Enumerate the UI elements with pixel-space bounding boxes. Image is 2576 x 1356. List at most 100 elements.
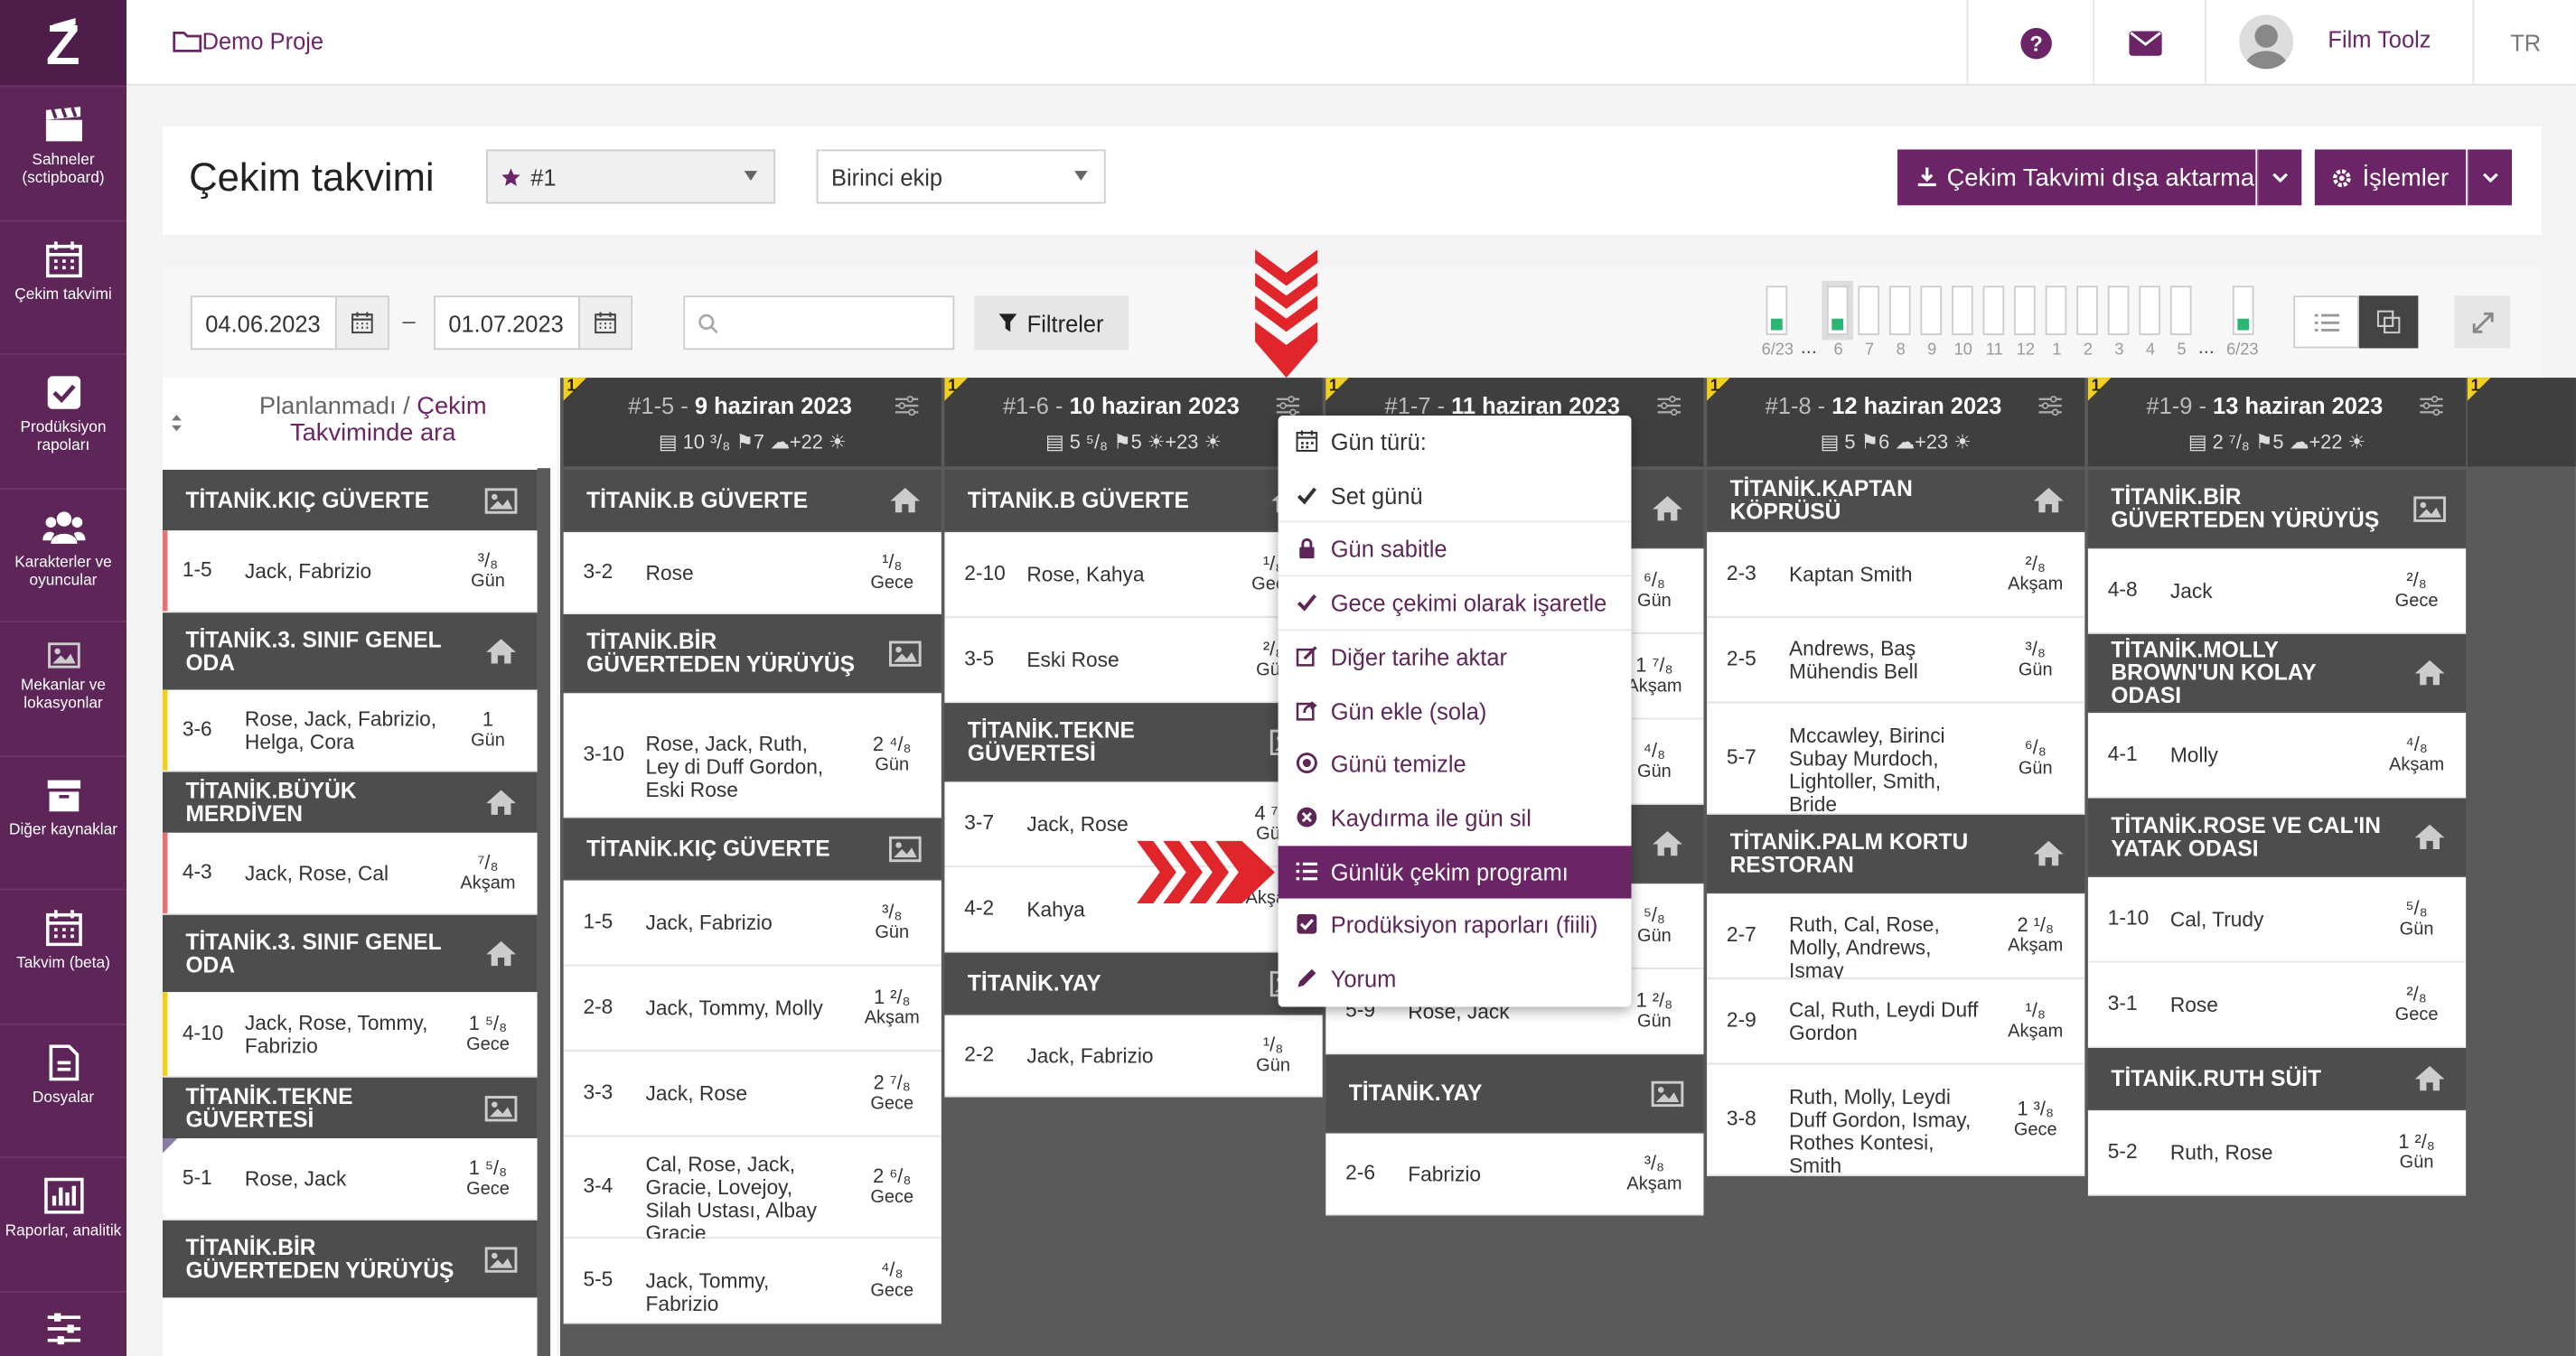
project-link[interactable]: Demo Proje bbox=[173, 28, 323, 54]
scene-card[interactable]: 3-10 Rose, Jack, Ruth, Ley di Duff Gordon… bbox=[563, 693, 941, 818]
menu-item[interactable]: Gün türü: bbox=[1279, 416, 1632, 468]
menu-item[interactable]: Günü temizle bbox=[1279, 738, 1632, 790]
sidebar-item-7[interactable]: Takvim (beta) bbox=[0, 888, 127, 1022]
scene-card[interactable]: 3-2 Rose ¹/₈ Gece bbox=[563, 532, 941, 615]
set-header[interactable]: TİTANİK.YAY bbox=[944, 952, 1323, 1014]
scene-card[interactable]: 2-7 Ruth, Cal, Rose, Molly, Andrews, Isma… bbox=[1707, 893, 2085, 982]
set-header[interactable]: TİTANİK.TEKNE GÜVERTESİ bbox=[944, 703, 1323, 781]
week-indicator[interactable] bbox=[2045, 285, 2067, 335]
day-menu-icon[interactable] bbox=[895, 396, 919, 416]
day-menu-icon[interactable] bbox=[2038, 396, 2062, 416]
scene-card[interactable]: 2-6 Fabrizio ³/₈ Akşam bbox=[1325, 1133, 1704, 1216]
scene-card[interactable]: 2-5 Andrews, Baş Mühendis Bell ³/₈ Gün bbox=[1707, 617, 2085, 704]
help-icon[interactable]: ? bbox=[2020, 27, 2052, 60]
day-header[interactable]: 1 #1-6 - 10 haziran 2023 ▤ 5 ⁵/₈ ⚑5 ☀+23 ☀ bbox=[944, 378, 1323, 467]
sidebar-item-10[interactable] bbox=[0, 1290, 127, 1356]
set-header[interactable]: TİTANİK.MOLLY BROWN'UN KOLAY ODASI bbox=[2087, 633, 2467, 712]
menu-item[interactable]: Gece çekimi olarak işaretle bbox=[1279, 576, 1632, 629]
week-indicator[interactable] bbox=[2107, 285, 2130, 335]
menu-item[interactable]: Diğer tarihe aktar bbox=[1279, 631, 1632, 683]
set-header[interactable]: TİTANİK.BİR GÜVERTEDEN YÜRÜYÜŞ bbox=[163, 1220, 538, 1298]
export-button[interactable]: Çekim Takvimi dışa aktarma bbox=[1897, 149, 2256, 206]
menu-item[interactable]: Set günü bbox=[1279, 469, 1632, 521]
week-indicator[interactable] bbox=[2014, 285, 2036, 335]
actions-button[interactable]: İşlemler bbox=[2314, 149, 2467, 206]
filters-button[interactable]: Filtreler bbox=[974, 295, 1129, 351]
sidebar-item-1[interactable]: Sahneler (sctipboard) bbox=[0, 85, 127, 219]
menu-item[interactable]: Gün sabitle bbox=[1279, 523, 1632, 575]
week-indicator[interactable] bbox=[2139, 285, 2160, 335]
menu-item[interactable]: Kaydırma ile gün sil bbox=[1279, 791, 1632, 844]
date-from-input[interactable]: 04.06.2023 bbox=[190, 295, 389, 351]
language-switch[interactable]: TR bbox=[2510, 30, 2541, 56]
set-header[interactable]: TİTANİK.KIÇ GÜVERTE bbox=[163, 470, 538, 531]
scene-card[interactable]: 2-9 Cal, Ruth, Leydi Duff Gordon ¹/₈ Akşam bbox=[1707, 978, 2085, 1065]
scene-card[interactable]: 1-5 Jack, Fabrizio ³/₈ Gün bbox=[563, 880, 941, 967]
week-indicator[interactable] bbox=[1920, 285, 1943, 335]
set-header[interactable]: TİTANİK.3. SINIF GENEL ODA bbox=[163, 914, 538, 993]
set-header[interactable]: TİTANİK.BİR GÜVERTEDEN YÜRÜYÜŞ bbox=[563, 614, 941, 692]
app-logo[interactable]: Z bbox=[0, 0, 127, 86]
week-indicator[interactable] bbox=[1822, 280, 1853, 341]
user-name[interactable]: Film Toolz bbox=[2328, 26, 2431, 52]
week-indicator[interactable] bbox=[2169, 285, 2192, 335]
sidebar-item-6[interactable]: Diğer kaynaklar bbox=[0, 754, 127, 887]
set-header[interactable]: TİTANİK.YAY bbox=[1325, 1054, 1704, 1132]
menu-item[interactable]: Gün ekle (sola) bbox=[1279, 684, 1632, 736]
avatar[interactable] bbox=[2239, 14, 2294, 70]
board-view-button[interactable] bbox=[2358, 295, 2419, 349]
scene-card[interactable]: 5-2 Ruth, Rose 1 ²/₈ Gün bbox=[2087, 1110, 2467, 1196]
search-input[interactable] bbox=[683, 295, 955, 351]
calendar-icon[interactable] bbox=[578, 297, 632, 349]
day-header[interactable]: 1 #1-5 - 9 haziran 2023 ▤ 10 ³/₈ ⚑7 ☁+22 ☀ bbox=[563, 378, 941, 467]
set-header[interactable]: TİTANİK.KAPTAN KÖPRÜSÜ bbox=[1707, 470, 2085, 531]
fullscreen-button[interactable] bbox=[2454, 295, 2511, 349]
day-menu-icon[interactable] bbox=[1657, 396, 1681, 416]
week-indicator[interactable] bbox=[1888, 285, 1911, 335]
scene-card[interactable]: 5-1 Rose, Jack 1 ⁵/₈ Gece bbox=[163, 1138, 538, 1220]
set-header[interactable]: TİTANİK.ROSE VE CAL'IN YATAK ODASI bbox=[2087, 798, 2467, 876]
scene-card[interactable]: 2-8 Jack, Tommy, Molly 1 ²/₈ Akşam bbox=[563, 966, 941, 1052]
scene-card[interactable]: 4-10 Jack, Rose, Tommy, Fabrizio 1 ⁵/₈ Gece bbox=[163, 992, 538, 1078]
actions-dropdown-toggle[interactable] bbox=[2467, 149, 2513, 206]
scene-card[interactable]: 3-3 Jack, Rose 2 ⁷/₈ Gece bbox=[563, 1051, 941, 1137]
sidebar-item-8[interactable]: Dosyalar bbox=[0, 1022, 127, 1155]
mail-icon[interactable] bbox=[2129, 31, 2162, 56]
set-header[interactable]: TİTANİK.B GÜVERTE bbox=[944, 470, 1323, 531]
week-indicator[interactable] bbox=[1858, 285, 1880, 335]
list-view-button[interactable] bbox=[2293, 295, 2359, 349]
schedule-select[interactable]: #1 bbox=[486, 149, 776, 204]
week-indicator[interactable] bbox=[1982, 285, 2005, 335]
scene-card[interactable]: 5-5 Jack, Tommy, Fabrizio ⁴/₈ Gece bbox=[563, 1238, 941, 1324]
day-menu-icon[interactable] bbox=[2420, 396, 2443, 416]
week-indicator[interactable] bbox=[1766, 285, 1788, 335]
set-header[interactable]: TİTANİK.PALM KORTU RESTORAN bbox=[1707, 814, 2085, 893]
scene-card[interactable]: 5-7 Mccawley, Birinci Subay Murdoch, Ligh… bbox=[1707, 703, 2085, 817]
menu-item[interactable]: Yorum bbox=[1279, 953, 1632, 1005]
scene-card[interactable]: 2-3 Kaptan Smith ²/₈ Akşam bbox=[1707, 532, 2085, 618]
scene-card[interactable]: 4-1 Molly ⁴/₈ Akşam bbox=[2087, 713, 2467, 799]
scene-card[interactable]: 3-4 Cal, Rose, Jack, Gracie, Lovejoy, Sil… bbox=[563, 1136, 941, 1245]
crew-select[interactable]: Birinci ekip bbox=[816, 149, 1106, 204]
date-to-input[interactable]: 01.07.2023 bbox=[434, 295, 633, 351]
set-header[interactable]: TİTANİK.B GÜVERTE bbox=[563, 470, 941, 531]
week-indicator[interactable] bbox=[2232, 285, 2254, 335]
scene-card[interactable]: 1-5 Jack, Fabrizio ³/₈ Gün bbox=[163, 530, 538, 613]
calendar-icon[interactable] bbox=[334, 297, 389, 349]
set-header[interactable]: TİTANİK.RUTH SÜİT bbox=[2087, 1048, 2467, 1109]
sidebar-item-5[interactable]: Mekanlar ve lokasyonlar bbox=[0, 621, 127, 753]
scene-card[interactable]: 4-3 Jack, Rose, Cal ⁷/₈ Akşam bbox=[163, 832, 538, 915]
scene-card[interactable]: 1-10 Cal, Trudy ⁵/₈ Gün bbox=[2087, 876, 2467, 963]
sidebar-item-3[interactable]: Prodüksiyon rapoları bbox=[0, 352, 127, 486]
set-header[interactable]: TİTANİK.BİR GÜVERTEDEN YÜRÜYÜŞ bbox=[2087, 470, 2467, 547]
sidebar-item-4[interactable]: Karakterler ve oyuncular bbox=[0, 487, 127, 620]
sort-icon[interactable] bbox=[171, 414, 183, 432]
day-header[interactable]: 1 #1-9 - 13 haziran 2023 ▤ 2 ⁷/₈ ⚑5 ☁+22 ☀ bbox=[2087, 378, 2467, 467]
day-menu-icon[interactable] bbox=[1276, 396, 1300, 416]
set-header[interactable]: TİTANİK.KIÇ GÜVERTE bbox=[563, 818, 941, 879]
menu-item[interactable]: Prodüksiyon raporları (fiili) bbox=[1279, 899, 1632, 951]
scene-card[interactable]: 3-8 Ruth, Molly, Leydi Duff Gordon, Ismay… bbox=[1707, 1064, 2085, 1178]
day-header[interactable]: 1 #1-8 - 12 haziran 2023 ▤ 5 ⚑6 ☁+23 ☀ bbox=[1707, 378, 2085, 467]
menu-item[interactable]: Günlük çekim programı bbox=[1278, 845, 1632, 898]
sidebar-item-9[interactable]: Raporlar, analitik bbox=[0, 1156, 127, 1289]
